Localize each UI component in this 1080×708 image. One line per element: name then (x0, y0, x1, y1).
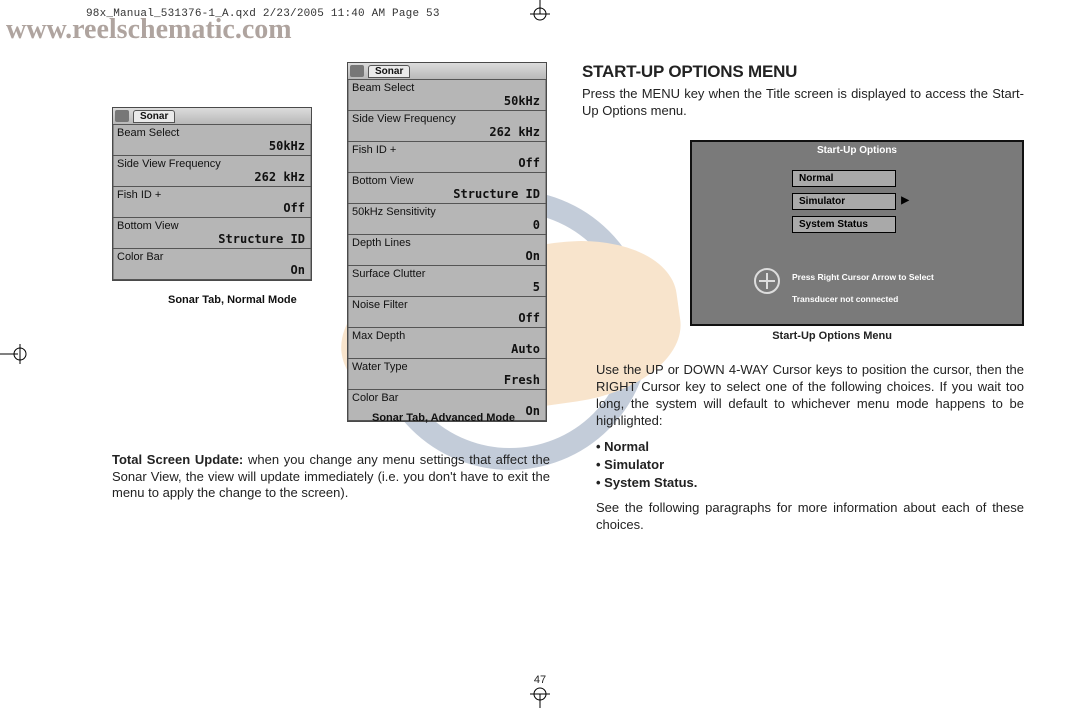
sonar-row-value: Auto (352, 342, 542, 356)
left-column: Sonar Beam Select50kHzSide View Frequenc… (112, 62, 554, 652)
cropmark-left (0, 334, 30, 374)
sonar-row-label: 50kHz Sensitivity (352, 206, 542, 218)
sonar-row-label: Beam Select (117, 127, 307, 139)
sonar-row-label: Bottom View (117, 220, 307, 232)
bullet-item: Normal (596, 438, 1024, 456)
sonar-row-label: Color Bar (117, 251, 307, 263)
sonar-row: Beam Select50kHz (348, 80, 546, 111)
sonar-row: Color BarOn (113, 249, 311, 280)
sonar-row: Side View Frequency262 kHz (113, 156, 311, 187)
sonar-row-value: 0 (352, 218, 542, 232)
page-number: 47 (534, 674, 546, 686)
sonar-row: Fish ID +Off (113, 187, 311, 218)
sonar-row-label: Color Bar (352, 392, 542, 404)
sonar-row-label: Fish ID + (352, 144, 542, 156)
cursor-dpad-icon (754, 268, 780, 294)
sonar-row-value: Off (117, 201, 307, 215)
section-intro: Press the MENU key when the Title screen… (582, 86, 1024, 120)
sonar-row-value: Off (352, 156, 542, 170)
sonar-row-value: 262 kHz (352, 125, 542, 139)
startup-bullets: NormalSimulatorSystem Status. (596, 438, 1024, 493)
cropmark-top (520, 0, 560, 22)
sonar-row-label: Fish ID + (117, 189, 307, 201)
startup-shot-title: Start-Up Options (692, 142, 1022, 156)
sonar-row-value: 262 kHz (117, 170, 307, 184)
sonar-row-label: Side View Frequency (352, 113, 542, 125)
sonar-row: 50kHz Sensitivity0 (348, 204, 546, 235)
advanced-caption: Sonar Tab, Advanced Mode (372, 412, 515, 424)
sonar-row-value: On (117, 263, 307, 277)
sonar-row-label: Surface Clutter (352, 268, 542, 280)
total-screen-update-text: Total Screen Update: when you change any… (112, 452, 550, 502)
sonar-row-value: On (352, 249, 542, 263)
sonar-row-value: 50kHz (117, 139, 307, 153)
sonar-row-value: Structure ID (117, 232, 307, 246)
sonar-row-label: Water Type (352, 361, 542, 373)
cropmark-bottom (520, 686, 560, 708)
menu-icon (350, 65, 364, 77)
startup-options-screenshot: Start-Up Options Normal Simulator System S… (690, 140, 1024, 326)
sonar-row: Depth LinesOn (348, 235, 546, 266)
sonar-row: Side View Frequency262 kHz (348, 111, 546, 142)
sonar-row-value: 50kHz (352, 94, 542, 108)
bullet-item: Simulator (596, 456, 1024, 474)
startup-body-1: Use the UP or DOWN 4-WAY Cursor keys to … (596, 362, 1024, 430)
sonar-row-value: Off (352, 311, 542, 325)
sonar-row-value: 5 (352, 280, 542, 294)
startup-shot-caption: Start-Up Options Menu (772, 330, 892, 342)
watermark-url: www.reelschematic.com (6, 14, 292, 46)
normal-caption: Sonar Tab, Normal Mode (168, 294, 297, 306)
sonar-row: Fish ID +Off (348, 142, 546, 173)
startup-option: Simulator (792, 193, 896, 210)
sonar-row-value: Structure ID (352, 187, 542, 201)
startup-hint-select: Press Right Cursor Arrow to Select (792, 272, 934, 282)
sonar-row: Beam Select50kHz (113, 125, 311, 156)
sonar-row: Noise FilterOff (348, 297, 546, 328)
total-screen-update-lead: Total Screen Update: (112, 452, 248, 467)
sonar-row-label: Beam Select (352, 82, 542, 94)
sonar-tab-label: Sonar (368, 65, 410, 78)
sonar-row: Surface Clutter5 (348, 266, 546, 297)
startup-body-2: See the following paragraphs for more in… (596, 500, 1024, 534)
sonar-row-label: Bottom View (352, 175, 542, 187)
sonar-row-label: Side View Frequency (117, 158, 307, 170)
sonar-row-label: Max Depth (352, 330, 542, 342)
section-heading: START-UP OPTIONS MENU (582, 62, 1024, 82)
menu-icon (115, 110, 129, 122)
startup-hint-transducer: Transducer not connected (792, 294, 898, 304)
sonar-row: Bottom ViewStructure ID (348, 173, 546, 204)
right-column: START-UP OPTIONS MENU Press the MENU key… (582, 62, 1024, 652)
sonar-row: Max DepthAuto (348, 328, 546, 359)
sonar-menu-normal: Sonar Beam Select50kHzSide View Frequenc… (112, 107, 312, 281)
sonar-row: Water TypeFresh (348, 359, 546, 390)
sonar-menu-advanced: Sonar Beam Select50kHzSide View Frequenc… (347, 62, 547, 422)
startup-option: Normal (792, 170, 896, 187)
sonar-row-label: Depth Lines (352, 237, 542, 249)
sonar-row-value: Fresh (352, 373, 542, 387)
sonar-row: Bottom ViewStructure ID (113, 218, 311, 249)
bullet-item: System Status. (596, 474, 1024, 492)
startup-option: System Status (792, 216, 896, 233)
sonar-row-label: Noise Filter (352, 299, 542, 311)
sonar-tab-label: Sonar (133, 110, 175, 123)
